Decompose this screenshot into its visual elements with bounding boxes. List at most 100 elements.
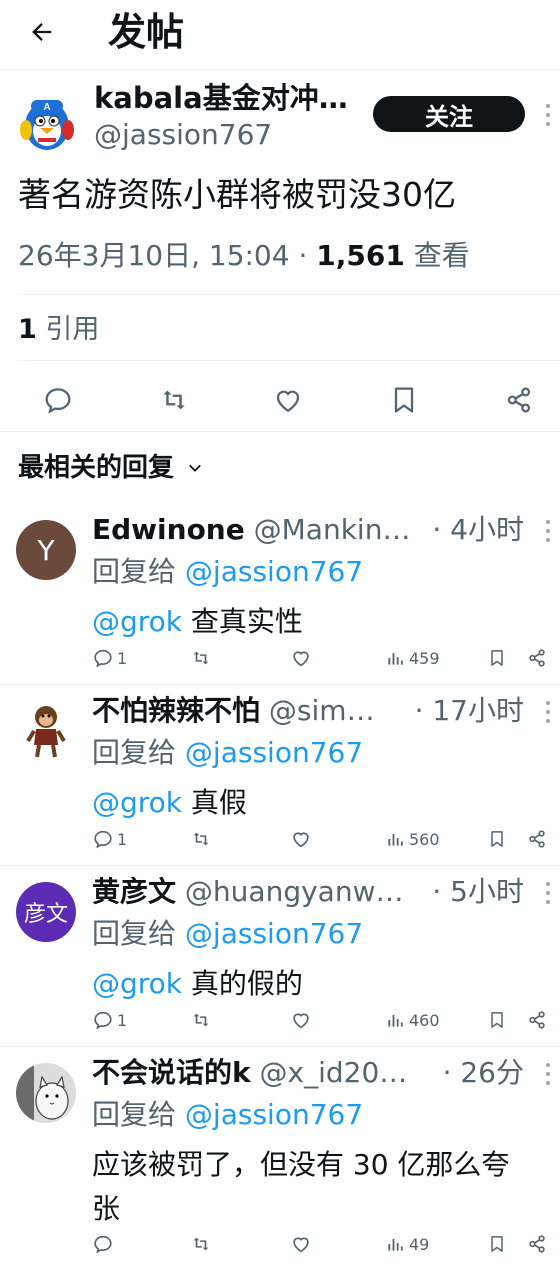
page-title: 发帖 xyxy=(108,10,185,54)
bookmark-icon xyxy=(491,1236,503,1252)
bookmark-button[interactable] xyxy=(388,384,420,416)
reply-to-mention[interactable]: @jassion767 xyxy=(185,1098,363,1131)
quote-label: 引用 xyxy=(36,314,100,345)
reply-button[interactable]: 1 xyxy=(92,1005,127,1035)
like-button[interactable] xyxy=(290,1005,312,1035)
top-bar: 发帖 xyxy=(0,0,560,70)
repost-button[interactable] xyxy=(190,1005,212,1035)
reply-time: · 17小时 xyxy=(408,693,524,729)
back-button[interactable] xyxy=(22,12,62,52)
divider xyxy=(0,865,560,866)
chevron-down-icon xyxy=(189,464,201,472)
bookmark-icon xyxy=(394,387,414,413)
divider xyxy=(18,360,560,361)
reply-to-mention[interactable]: @jassion767 xyxy=(185,555,363,588)
views-button[interactable]: 49 xyxy=(386,1229,429,1259)
more-options-icon[interactable] xyxy=(545,882,551,904)
bookmark-button[interactable] xyxy=(487,824,507,854)
svg-text:A: A xyxy=(43,102,50,113)
mention-link[interactable]: @grok xyxy=(92,967,182,1000)
heart-icon xyxy=(293,1237,309,1253)
like-button[interactable] xyxy=(272,384,304,416)
reply-item[interactable]: 不怕辣辣不怕 @sim… · 17小时 回复给 @jassion767 @gro… xyxy=(0,693,560,865)
reply-author-handle[interactable]: @Mankin… xyxy=(254,513,411,546)
reply-item[interactable]: Y Edwinone @Mankin… · 4小时 回复给 @jassion76… xyxy=(0,512,560,684)
divider xyxy=(0,684,560,685)
analytics-icon xyxy=(388,834,403,846)
reply-icon xyxy=(94,1011,112,1030)
reply-action-bar: 49 xyxy=(0,1229,560,1259)
bookmark-icon xyxy=(491,650,503,666)
reply-to-line: 回复给 @jassion767 xyxy=(92,917,364,950)
bookmark-button[interactable] xyxy=(487,1005,507,1035)
reply-author-name[interactable]: 黄彦文 xyxy=(92,875,176,908)
replies-sort-dropdown[interactable]: 最相关的回复 xyxy=(18,448,204,488)
reply-to-line: 回复给 @jassion767 xyxy=(92,1098,364,1131)
arrow-left-icon xyxy=(32,23,52,41)
views-button[interactable]: 560 xyxy=(386,824,440,854)
author-handle[interactable]: @jassion767 xyxy=(94,118,272,152)
repost-button[interactable] xyxy=(158,384,190,416)
reply-icon xyxy=(94,1235,112,1254)
share-button[interactable] xyxy=(526,824,548,854)
heart-icon xyxy=(293,651,309,667)
bookmark-button[interactable] xyxy=(487,1229,507,1259)
like-button[interactable] xyxy=(290,1229,312,1259)
more-options-icon[interactable] xyxy=(545,520,551,542)
bookmark-icon xyxy=(491,1012,503,1028)
author-avatar[interactable]: A xyxy=(18,94,76,152)
divider xyxy=(0,431,560,432)
like-button[interactable] xyxy=(290,824,312,854)
heart-icon xyxy=(293,832,309,848)
like-button[interactable] xyxy=(290,643,312,673)
more-options-icon[interactable] xyxy=(545,104,551,126)
quotes-link[interactable]: 1 引用 xyxy=(18,312,99,348)
more-options-icon[interactable] xyxy=(545,701,551,723)
views-button[interactable]: 460 xyxy=(386,1005,440,1035)
follow-button[interactable]: 关注 xyxy=(373,96,525,132)
reply-text: @grok 真假 xyxy=(92,786,247,819)
quote-count: 1 xyxy=(18,314,37,345)
share-button[interactable] xyxy=(526,1005,548,1035)
penguin-avatar-icon: A xyxy=(20,100,74,150)
share-button[interactable] xyxy=(526,1229,548,1259)
more-options-icon[interactable] xyxy=(545,1063,551,1085)
mention-link[interactable]: @grok xyxy=(92,605,182,638)
reply-author-name[interactable]: Edwinone xyxy=(92,513,245,546)
reply-action-bar: 1 459 xyxy=(0,643,560,673)
repost-button[interactable] xyxy=(190,643,212,673)
mention-link[interactable]: @grok xyxy=(92,786,182,819)
reply-author-name[interactable]: 不怕辣辣不怕 xyxy=(92,694,260,727)
repost-button[interactable] xyxy=(190,824,212,854)
share-button[interactable] xyxy=(503,384,535,416)
reply-text: @grok 真的假的 xyxy=(92,967,303,1000)
reply-author-handle[interactable]: @huangyanw… xyxy=(185,875,404,908)
repost-icon xyxy=(193,651,209,665)
reply-icon xyxy=(94,830,112,849)
reply-button[interactable] xyxy=(92,1229,117,1259)
reply-author-name[interactable]: 不会说话的k xyxy=(92,1056,251,1089)
reply-author-handle[interactable]: @x_id20… xyxy=(260,1056,408,1089)
monkey-avatar-icon xyxy=(26,706,66,758)
author-name[interactable]: kabala基金对冲… xyxy=(94,80,348,116)
reply-avatar[interactable] xyxy=(16,1063,76,1123)
reply-button[interactable]: 1 xyxy=(92,824,127,854)
reply-to-mention[interactable]: @jassion767 xyxy=(185,736,363,769)
reply-to-mention[interactable]: @jassion767 xyxy=(185,917,363,950)
repost-icon xyxy=(193,1237,209,1251)
share-button[interactable] xyxy=(526,643,548,673)
reply-avatar[interactable]: Y xyxy=(16,520,76,580)
reply-item[interactable]: 彦文 黄彦文 @huangyanw… · 5小时 回复给 @jassion767… xyxy=(0,874,560,1046)
repost-button[interactable] xyxy=(190,1229,212,1259)
views-button[interactable]: 459 xyxy=(386,643,440,673)
reply-author-handle[interactable]: @sim… xyxy=(269,694,375,727)
post-text: 著名游资陈小群将被罚没30亿 xyxy=(18,175,456,214)
reply-button[interactable]: 1 xyxy=(92,643,127,673)
reply-avatar[interactable]: 彦文 xyxy=(16,882,76,942)
heart-icon xyxy=(276,390,300,412)
reply-button[interactable] xyxy=(42,384,74,416)
reply-item[interactable]: 不会说话的k @x_id20… · 26分 回复给 @jassion767 应该… xyxy=(0,1055,560,1270)
reply-text: 应该被罚了，但没有 30 亿那么夸张 xyxy=(92,1148,510,1225)
bookmark-button[interactable] xyxy=(487,643,507,673)
reply-avatar[interactable] xyxy=(16,701,76,761)
